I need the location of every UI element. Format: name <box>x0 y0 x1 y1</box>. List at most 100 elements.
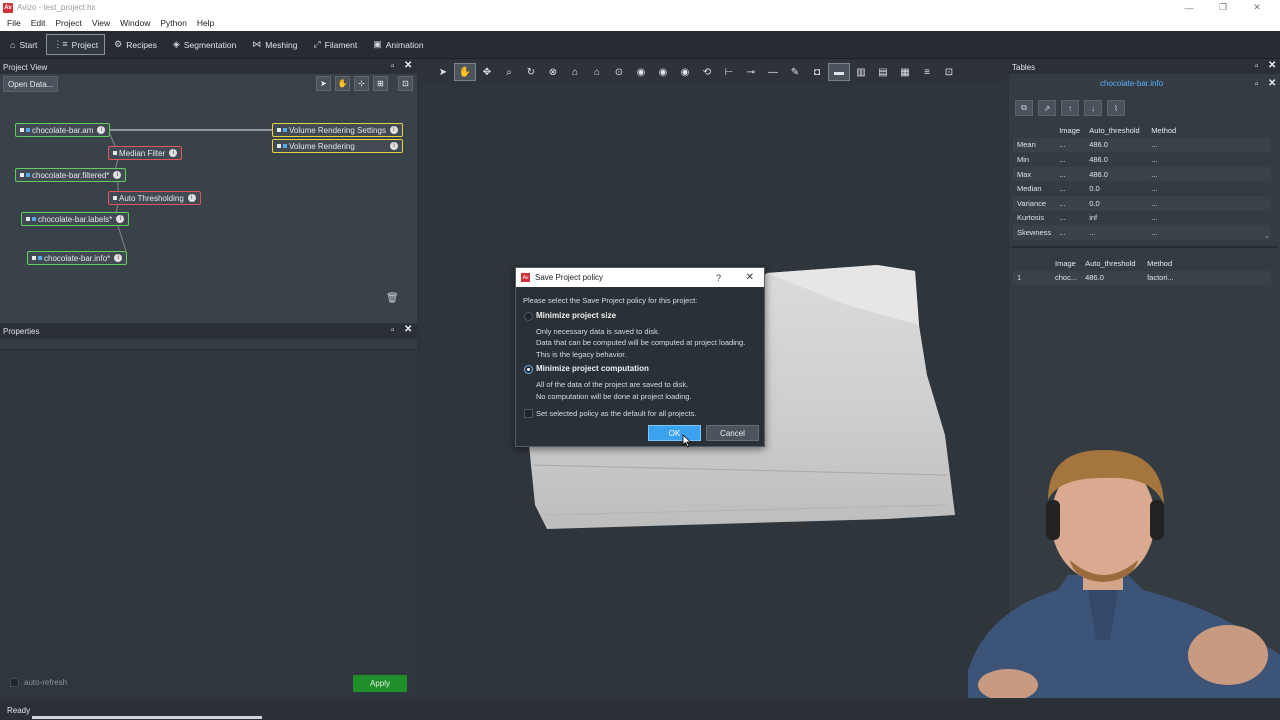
node-info-icon[interactable]: i <box>116 215 125 223</box>
auto-refresh-label: auto-refresh <box>24 678 68 687</box>
close-window-button[interactable]: ✕ <box>1240 0 1274 15</box>
table-cell: Max <box>1013 166 1056 182</box>
help-icon[interactable]: ? <box>716 273 721 283</box>
option-minimize-size-label[interactable]: Minimize project size <box>536 311 616 320</box>
measure-icon[interactable]: ⊢ <box>718 63 740 81</box>
pen-tool-icon[interactable]: ✎ <box>784 63 806 81</box>
table-header[interactable]: Auto_threshold <box>1085 123 1147 138</box>
table-header[interactable] <box>1013 256 1051 271</box>
node-auto-thresholding[interactable]: Auto Thresholding i <box>108 191 201 205</box>
table-header[interactable]: Auto_threshold <box>1081 256 1143 271</box>
default-policy-label[interactable]: Set selected policy as the default for a… <box>536 409 697 418</box>
table-header[interactable]: Image <box>1051 256 1081 271</box>
auto-refresh-checkbox[interactable] <box>10 678 19 687</box>
undock-icon[interactable]: ▫ <box>1255 79 1259 90</box>
scroll-down-icon[interactable]: ⌄ <box>1264 232 1270 240</box>
layout-single-icon[interactable]: ▬ <box>828 63 850 81</box>
auto-refresh-toggle[interactable]: auto-refresh <box>10 678 67 687</box>
table-row[interactable]: Median... 0.0... <box>1013 181 1271 196</box>
table-header[interactable]: Method <box>1143 256 1271 271</box>
table-row[interactable]: Variance... 0.0... <box>1013 195 1271 211</box>
table-cell: 1 <box>1013 270 1051 286</box>
copy-icon[interactable]: ⧉ <box>1015 100 1033 116</box>
node-data-icon <box>283 144 287 148</box>
node-info-icon[interactable]: i <box>169 149 178 157</box>
table-splitter[interactable] <box>1011 246 1278 248</box>
minimize-button[interactable]: — <box>1172 0 1206 15</box>
restore-button[interactable]: ❐ <box>1206 0 1240 15</box>
table-header-row: Image Auto_threshold Method <box>1013 123 1271 138</box>
table-cell: Variance <box>1013 195 1056 211</box>
option-description: No computation will be done at project l… <box>536 392 692 401</box>
node-chocolate-bar-labels[interactable]: chocolate-bar.labels* i <box>21 212 130 226</box>
table-row[interactable]: Min... 486.0... <box>1013 152 1271 167</box>
layout-four-icon[interactable]: ▦ <box>894 63 916 81</box>
table-cell: ... <box>1151 154 1158 164</box>
rotate-view-icon[interactable]: ⟲ <box>696 63 718 81</box>
close-panel-icon[interactable]: ✕ <box>1268 60 1276 71</box>
close-dialog-icon[interactable]: ✕ <box>746 272 754 283</box>
node-median-filter[interactable]: Median Filter i <box>108 146 183 160</box>
layout-stack-icon[interactable]: ≡ <box>916 63 938 81</box>
apply-button[interactable]: Apply <box>353 675 407 692</box>
ok-button[interactable]: OK <box>648 425 701 441</box>
option-minimize-size-radio[interactable] <box>524 312 533 321</box>
table-row[interactable]: Skewness......... <box>1013 225 1271 240</box>
layout-options-icon[interactable]: ⊡ <box>938 63 960 81</box>
view-yz-icon[interactable]: ◉ <box>674 63 696 81</box>
node-volume-rendering-settings[interactable]: Volume Rendering Settings i <box>272 123 403 137</box>
node-info-icon[interactable]: i <box>390 142 398 150</box>
table-row[interactable]: Kurtosis... inf... <box>1013 211 1271 226</box>
layout-two-horizontal-icon[interactable]: ▤ <box>872 63 894 81</box>
view-all-icon[interactable]: ⊗ <box>542 63 564 81</box>
properties-title: Properties <box>3 327 40 336</box>
node-chocolate-bar-filtered[interactable]: chocolate-bar.filtered* i <box>15 168 127 182</box>
node-info-icon[interactable]: i <box>389 126 398 134</box>
node-port-icon <box>113 196 117 200</box>
cancel-button[interactable]: Cancel <box>706 425 759 441</box>
snapshot-icon[interactable]: ◘ <box>806 63 828 81</box>
layout-two-icon[interactable]: ▥ <box>850 63 872 81</box>
node-info-icon[interactable]: i <box>97 126 106 134</box>
trash-icon[interactable]: 🗑 <box>386 293 399 304</box>
table-row[interactable]: Max... 486.0... <box>1013 166 1271 182</box>
table-row[interactable]: Mean... 486.0... <box>1013 137 1271 153</box>
table-cell: ... <box>1085 225 1148 240</box>
zoom-icon[interactable]: ⌕ <box>498 63 520 81</box>
view-xz-icon[interactable]: ◉ <box>652 63 674 81</box>
close-table-icon[interactable]: ✕ <box>1268 78 1276 89</box>
pointer-tool-icon[interactable]: ➤ <box>432 63 454 81</box>
interact-tool-icon[interactable]: ✋ <box>454 63 476 81</box>
node-info-icon[interactable]: i <box>114 254 123 262</box>
dialog-titlebar: Av Save Project policy ? ✕ <box>516 268 764 287</box>
translate-icon[interactable]: ✥ <box>476 63 498 81</box>
close-panel-icon[interactable]: ✕ <box>404 324 412 335</box>
arrow-up-icon[interactable]: ↑ <box>1061 100 1079 116</box>
set-home-icon[interactable]: ⌂ <box>586 63 608 81</box>
table-header[interactable] <box>1013 123 1055 138</box>
table-cell: ... <box>1147 166 1271 182</box>
table-header-row: Image Auto_threshold Method <box>1013 256 1271 271</box>
line-tool-icon[interactable]: — <box>762 63 784 81</box>
rotate-icon[interactable]: ↻ <box>520 63 542 81</box>
export-icon[interactable]: ⇗ <box>1038 100 1056 116</box>
node-chocolate-bar-info[interactable]: chocolate-bar.info* i <box>27 251 128 265</box>
chart-icon[interactable]: ⌇ <box>1107 100 1125 116</box>
undock-icon[interactable]: ▫ <box>391 325 395 336</box>
table-header[interactable]: Method <box>1147 123 1271 138</box>
arrow-down-icon[interactable]: ↓ <box>1084 100 1102 116</box>
probe-icon[interactable]: ⊸ <box>740 63 762 81</box>
table-header[interactable]: Image <box>1055 123 1085 138</box>
node-info-icon[interactable]: i <box>187 194 196 202</box>
undock-icon[interactable]: ▫ <box>1255 61 1259 72</box>
option-minimize-computation-label[interactable]: Minimize project computation <box>536 364 649 373</box>
view-xy-icon[interactable]: ◉ <box>630 63 652 81</box>
option-minimize-computation-radio[interactable] <box>524 365 533 374</box>
home-view-icon[interactable]: ⌂ <box>564 63 586 81</box>
default-policy-checkbox[interactable] <box>524 409 533 418</box>
node-chocolate-bar-am[interactable]: chocolate-bar.am i <box>15 123 111 137</box>
node-volume-rendering[interactable]: Volume Rendering i <box>272 139 403 153</box>
node-info-icon[interactable]: i <box>113 171 122 179</box>
perspective-icon[interactable]: ⊙ <box>608 63 630 81</box>
table-row[interactable]: 1 choc... 486.0 factori... <box>1013 270 1271 286</box>
